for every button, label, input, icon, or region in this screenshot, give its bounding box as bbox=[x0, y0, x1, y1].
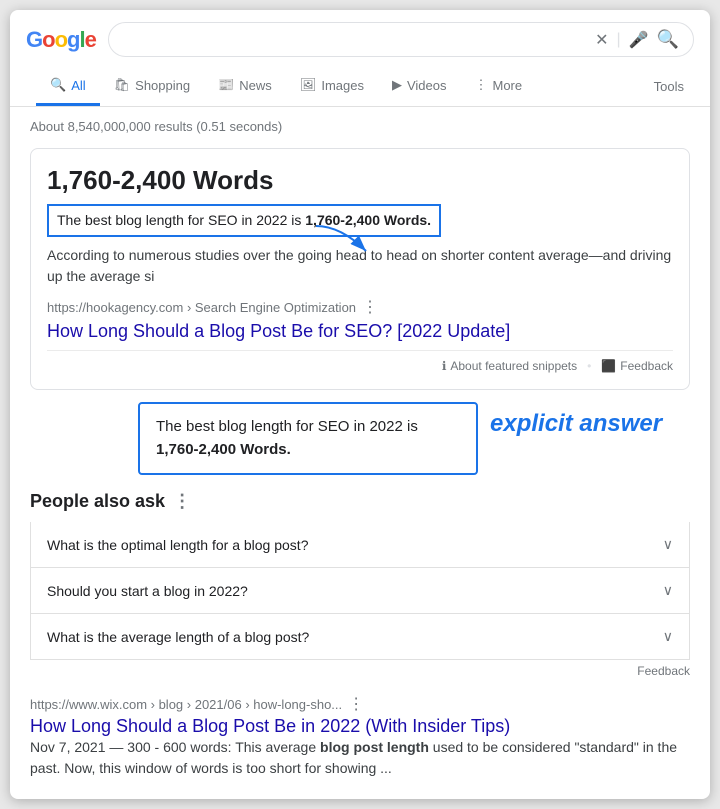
snippet-url-row: https://hookagency.com › Search Engine O… bbox=[47, 297, 673, 317]
result-dots-menu[interactable]: ⋮ bbox=[348, 694, 364, 714]
paa-question-3: What is the average length of a blog pos… bbox=[47, 629, 309, 645]
nav-tabs: 🔍 All 🛍 Shopping 📰 News 🖼 Images ▶ Video… bbox=[26, 67, 694, 106]
result-link[interactable]: How Long Should a Blog Post Be in 2022 (… bbox=[30, 716, 510, 736]
paa-item-1[interactable]: What is the optimal length for a blog po… bbox=[30, 522, 690, 568]
snippet-link[interactable]: How Long Should a Blog Post Be for SEO? … bbox=[47, 321, 510, 341]
search-input[interactable]: how long should a blog post be 2022 bbox=[123, 31, 587, 48]
search-top: Google how long should a blog post be 20… bbox=[26, 22, 694, 57]
snippet-title: 1,760-2,400 Words bbox=[47, 165, 673, 196]
videos-icon: ▶ bbox=[392, 77, 402, 93]
microphone-icon[interactable]: 🎤 bbox=[629, 30, 649, 50]
search-input-wrapper: how long should a blog post be 2022 ✕ | … bbox=[108, 22, 694, 57]
snippet-bold: 1,760-2,400 Words. bbox=[305, 212, 431, 228]
results-area: About 8,540,000,000 results (0.51 second… bbox=[10, 107, 710, 799]
popup-text: The best blog length for SEO in 2022 is bbox=[156, 418, 418, 435]
snippet-text: According to numerous studies over the g… bbox=[47, 245, 673, 287]
feedback-icon: ⬛ bbox=[601, 359, 616, 373]
popup-bold: 1,760-2,400 Words. bbox=[156, 441, 291, 458]
paa-header: People also ask ⋮ bbox=[30, 491, 690, 512]
all-icon: 🔍 bbox=[50, 77, 66, 93]
tab-videos[interactable]: ▶ Videos bbox=[378, 67, 461, 106]
paa-section: People also ask ⋮ What is the optimal le… bbox=[30, 491, 690, 678]
search-bar-area: Google how long should a blog post be 20… bbox=[10, 10, 710, 107]
google-logo: Google bbox=[26, 27, 96, 53]
result-desc: Nov 7, 2021 — 300 - 600 words: This aver… bbox=[30, 737, 690, 779]
results-count: About 8,540,000,000 results (0.51 second… bbox=[30, 115, 690, 134]
images-icon: 🖼 bbox=[300, 77, 317, 93]
tools-button[interactable]: Tools bbox=[654, 69, 684, 104]
result-date: Nov 7, 2021 bbox=[30, 739, 106, 755]
popup-callout: The best blog length for SEO in 2022 is … bbox=[138, 402, 478, 475]
tab-news[interactable]: 📰 News bbox=[204, 67, 286, 106]
browser-window: Google how long should a blog post be 20… bbox=[10, 10, 710, 799]
paa-dots[interactable]: ⋮ bbox=[173, 491, 191, 512]
clear-icon[interactable]: ✕ bbox=[595, 30, 608, 50]
explicit-answer-label: explicit answer bbox=[490, 410, 662, 438]
paa-feedback: Feedback bbox=[30, 664, 690, 678]
snippet-footer: ℹ About featured snippets • ⬛ Feedback bbox=[47, 350, 673, 373]
snippet-dots-menu[interactable]: ⋮ bbox=[362, 297, 378, 317]
feedback-item[interactable]: ⬛ Feedback bbox=[601, 359, 673, 373]
paa-heading: People also ask bbox=[30, 491, 165, 512]
paa-item-2[interactable]: Should you start a blog in 2022? ∨ bbox=[30, 568, 690, 614]
popup-area: The best blog length for SEO in 2022 is … bbox=[38, 402, 690, 475]
snippet-url: https://hookagency.com › Search Engine O… bbox=[47, 300, 356, 315]
tab-more[interactable]: ⋮ More bbox=[460, 67, 536, 106]
result-url-row: https://www.wix.com › blog › 2021/06 › h… bbox=[30, 694, 690, 714]
tab-images[interactable]: 🖼 Images bbox=[286, 67, 378, 106]
paa-question-1: What is the optimal length for a blog po… bbox=[47, 537, 308, 553]
more-icon: ⋮ bbox=[474, 77, 487, 93]
chevron-down-icon-2: ∨ bbox=[663, 582, 673, 599]
snippet-highlight-box: The best blog length for SEO in 2022 is … bbox=[47, 204, 441, 237]
featured-snippet: 1,760-2,400 Words The best blog length f… bbox=[30, 148, 690, 390]
chevron-down-icon-1: ∨ bbox=[663, 536, 673, 553]
paa-item-3[interactable]: What is the average length of a blog pos… bbox=[30, 614, 690, 660]
tab-all[interactable]: 🔍 All bbox=[36, 67, 100, 106]
featured-snippets-link[interactable]: ℹ About featured snippets bbox=[442, 359, 577, 373]
about-snippets-label: About featured snippets bbox=[450, 359, 577, 373]
info-icon: ℹ bbox=[442, 359, 447, 373]
search-icons: ✕ | 🎤 🔍 bbox=[595, 29, 679, 50]
second-result: https://www.wix.com › blog › 2021/06 › h… bbox=[30, 694, 690, 779]
result-url: https://www.wix.com › blog › 2021/06 › h… bbox=[30, 697, 342, 712]
result-desc-prefix: — 300 - 600 words: This average bbox=[109, 739, 320, 755]
shopping-icon: 🛍 bbox=[114, 77, 131, 93]
chevron-down-icon-3: ∨ bbox=[663, 628, 673, 645]
paa-question-2: Should you start a blog in 2022? bbox=[47, 583, 248, 599]
tab-shopping[interactable]: 🛍 Shopping bbox=[100, 67, 204, 106]
result-bold-1: blog post length bbox=[320, 739, 429, 755]
feedback-label: Feedback bbox=[620, 359, 673, 373]
news-icon: 📰 bbox=[218, 77, 234, 93]
search-button[interactable]: 🔍 bbox=[657, 29, 679, 50]
